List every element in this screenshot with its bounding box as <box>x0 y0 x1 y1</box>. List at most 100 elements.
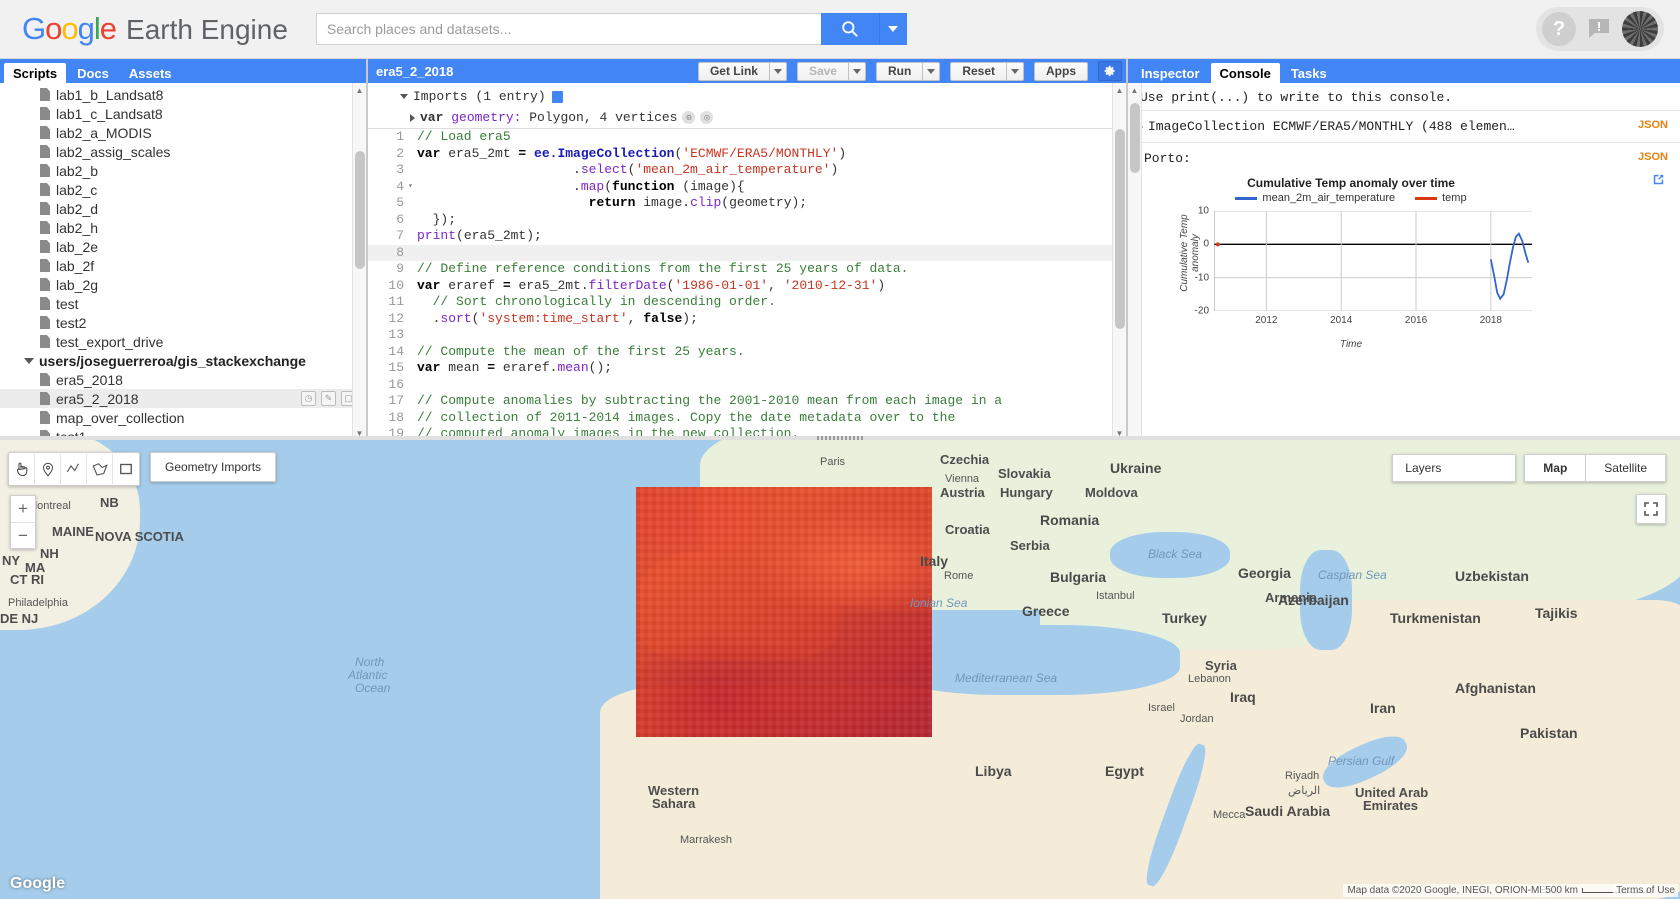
code-line[interactable]: 1 // Load era5 <box>368 129 1126 146</box>
script-item[interactable]: lab2_h <box>0 218 366 237</box>
search-input[interactable] <box>315 13 821 45</box>
fold-toggle-icon[interactable]: ▾ <box>408 179 417 196</box>
code-line[interactable]: 17 // Compute anomalies by subtracting th… <box>368 393 1126 410</box>
fold-toggle-icon[interactable] <box>408 228 417 245</box>
script-item[interactable]: lab2_a_MODIS <box>0 123 366 142</box>
search-button[interactable] <box>820 13 879 45</box>
code-line[interactable]: 11 // Sort chronologically in descending… <box>368 294 1126 311</box>
script-item[interactable]: test <box>0 294 366 313</box>
editor-scrollbar[interactable]: ▲ ▼ <box>1112 83 1126 440</box>
code-line[interactable]: 3 .select('mean_2m_air_temperature') <box>368 162 1126 179</box>
tab-scripts[interactable]: Scripts <box>4 63 67 83</box>
code-area[interactable]: 1 // Load era5 2 var era5_2mt = ee.ImageCol… <box>368 129 1126 440</box>
avatar[interactable] <box>1622 11 1658 47</box>
code-line[interactable]: 9 // Define reference conditions from the… <box>368 261 1126 278</box>
code-line[interactable]: 5 return image.clip(geometry); <box>368 195 1126 212</box>
fold-toggle-icon[interactable] <box>408 294 417 311</box>
script-item[interactable]: test2 <box>0 313 366 332</box>
script-item[interactable]: lab_2f <box>0 256 366 275</box>
imports-list-icon[interactable] <box>551 90 563 103</box>
zoom-out-button[interactable]: − <box>11 522 35 548</box>
script-item[interactable]: lab2_b <box>0 161 366 180</box>
code-line[interactable]: 2 var era5_2mt = ee.ImageCollection('ECMW… <box>368 146 1126 163</box>
import-entry-row[interactable]: var geometry: Polygon, 4 vertices ⚙ ◎ <box>400 107 1126 128</box>
rectangle-icon[interactable] <box>113 454 139 484</box>
terms-of-use-link[interactable]: Terms of Use <box>1613 884 1678 897</box>
fold-toggle-icon[interactable] <box>408 261 417 278</box>
imports-header-row[interactable]: Imports (1 entry) <box>400 86 1126 107</box>
feedback-icon[interactable] <box>1584 16 1614 42</box>
scroll-up-icon[interactable]: ▲ <box>353 83 366 97</box>
console-entry-imagecollection[interactable]: ImageCollection ECMWF/ERA5/MONTHLY (488 … <box>1128 111 1680 142</box>
edit-icon[interactable]: ✎ <box>321 391 336 406</box>
json-link[interactable]: JSON <box>1638 119 1674 131</box>
scroll-up-icon[interactable]: ▲ <box>1128 83 1141 97</box>
script-item[interactable]: lab1_b_Landsat8 <box>0 85 366 104</box>
fold-toggle-icon[interactable] <box>408 393 417 410</box>
import-settings-icon[interactable]: ⚙ <box>682 111 696 124</box>
marker-icon[interactable] <box>35 454 61 484</box>
tab-inspector[interactable]: Inspector <box>1132 63 1209 83</box>
code-line[interactable]: 16 <box>368 377 1126 394</box>
script-item[interactable]: lab_2e <box>0 237 366 256</box>
basemap-satellite-button[interactable]: Satellite <box>1586 454 1666 482</box>
json-link[interactable]: JSON <box>1638 151 1674 163</box>
fold-toggle-icon[interactable] <box>408 146 417 163</box>
scroll-up-icon[interactable]: ▲ <box>1113 83 1126 97</box>
map-view[interactable]: Paris Vienna Czechia Slovakia Ukraine Austria… <box>0 440 1680 899</box>
line-icon[interactable] <box>61 454 87 484</box>
scrollbar-thumb[interactable] <box>1115 129 1125 329</box>
script-item[interactable]: lab2_assig_scales <box>0 142 366 161</box>
script-item[interactable]: map_over_collection <box>0 408 366 427</box>
fold-toggle-icon[interactable] <box>408 311 417 328</box>
code-line[interactable]: 10 var eraref = era5_2mt.filterDate('1986… <box>368 278 1126 295</box>
tab-docs[interactable]: Docs <box>68 63 118 83</box>
fullscreen-icon[interactable] <box>1636 494 1666 524</box>
reset-button[interactable]: Reset <box>950 61 1007 81</box>
search-dropdown-button[interactable] <box>878 13 907 45</box>
reset-dropdown-button[interactable] <box>1007 61 1024 81</box>
script-item[interactable]: era5_2018 <box>0 370 366 389</box>
zoom-in-button[interactable]: + <box>11 496 35 522</box>
script-item[interactable]: lab1_c_Landsat8 <box>0 104 366 123</box>
scripts-scrollbar[interactable]: ▲ ▼ <box>352 83 366 440</box>
script-item[interactable]: test_export_drive <box>0 332 366 351</box>
code-line[interactable]: 4 ▾ .map(function (image){ <box>368 179 1126 196</box>
code-line[interactable]: 13 <box>368 327 1126 344</box>
code-line[interactable]: 8 <box>368 244 1126 262</box>
fold-toggle-icon[interactable] <box>408 129 417 146</box>
code-line[interactable]: 18 // collection of 2011-2014 images. Cop… <box>368 410 1126 427</box>
script-item[interactable]: lab2_c <box>0 180 366 199</box>
scrollbar-thumb[interactable] <box>355 151 365 269</box>
script-item[interactable]: lab_2g <box>0 275 366 294</box>
basemap-map-button[interactable]: Map <box>1524 454 1587 482</box>
code-line[interactable]: 12 .sort('system:time_start', false); <box>368 311 1126 328</box>
code-line[interactable]: 7 print(era5_2mt); <box>368 228 1126 245</box>
tab-assets[interactable]: Assets <box>120 63 181 83</box>
polygon-icon[interactable] <box>87 454 113 484</box>
help-icon[interactable]: ? <box>1542 12 1576 46</box>
script-item[interactable]: lab2_d <box>0 199 366 218</box>
fold-toggle-icon[interactable] <box>408 162 417 179</box>
code-line[interactable]: 6 }); <box>368 212 1126 229</box>
chevron-down-icon[interactable] <box>24 357 34 364</box>
code-line[interactable]: 15 var mean = eraref.mean(); <box>368 360 1126 377</box>
scrollbar-thumb[interactable] <box>1130 103 1140 173</box>
script-folder[interactable]: users/joseguerreroa/gis_stackexchange <box>0 351 366 370</box>
history-icon[interactable]: ◷ <box>301 391 316 406</box>
fold-toggle-icon[interactable] <box>408 245 417 262</box>
open-in-new-icon[interactable] <box>1651 172 1674 190</box>
apps-button[interactable]: Apps <box>1034 61 1088 81</box>
tab-console[interactable]: Console <box>1210 63 1280 83</box>
fold-toggle-icon[interactable] <box>408 212 417 229</box>
tab-tasks[interactable]: Tasks <box>1282 63 1336 83</box>
save-dropdown-button[interactable] <box>848 61 866 81</box>
run-dropdown-button[interactable] <box>923 61 941 81</box>
script-item[interactable]: era5_2_2018 ◷ ✎ ▢ <box>0 389 366 408</box>
fold-toggle-icon[interactable] <box>408 327 417 344</box>
pan-hand-icon[interactable] <box>9 454 35 484</box>
fold-toggle-icon[interactable] <box>408 410 417 427</box>
era5-temperature-overlay[interactable] <box>636 487 932 737</box>
code-line[interactable]: 14 // Compute the mean of the first 25 ye… <box>368 344 1126 361</box>
gear-icon[interactable] <box>1098 61 1122 81</box>
